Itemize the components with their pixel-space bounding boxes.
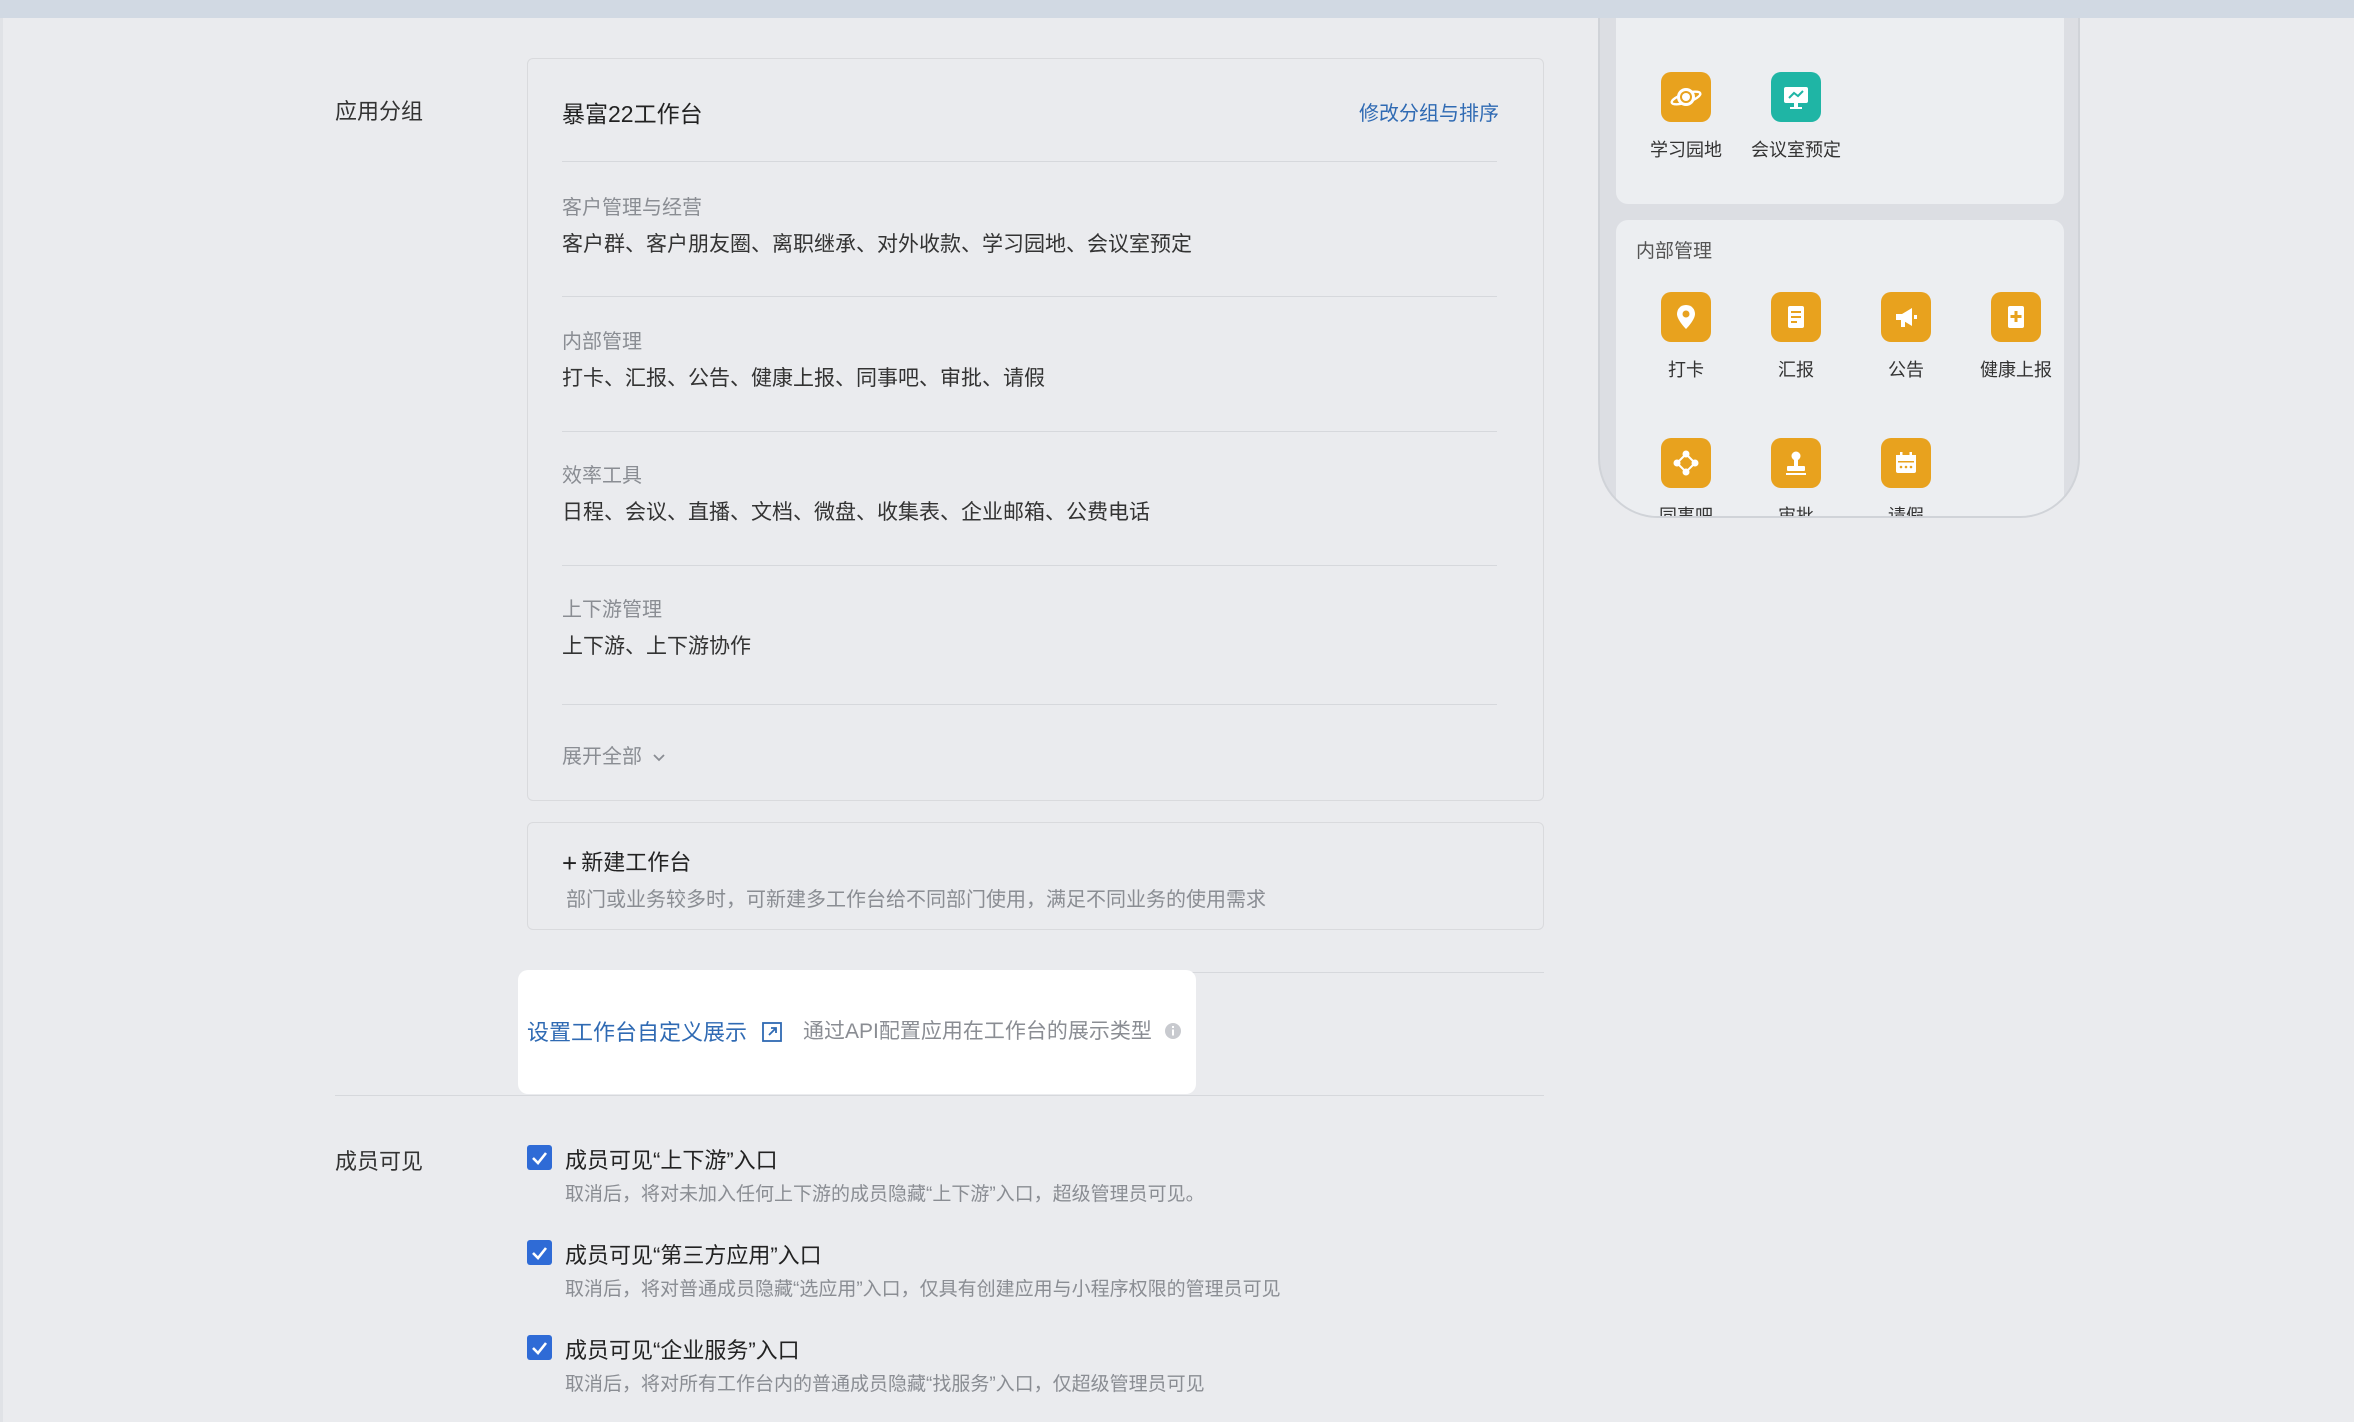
share-icon <box>1661 438 1711 488</box>
group-apps: 上下游、上下游协作 <box>562 635 751 658</box>
new-workbench-label: 新建工作台 <box>581 850 692 875</box>
health-plus-icon <box>1991 292 2041 342</box>
preview-section-title: 内部管理 <box>1636 241 1713 262</box>
app-label: 汇报 <box>1778 360 1814 380</box>
group-name: 客户管理与经营 <box>562 197 702 219</box>
option-desc: 取消后，将对所有工作台内的普通成员隐藏“找服务”入口，仅超级管理员可见 <box>565 1374 1205 1395</box>
option-desc: 取消后，将对未加入任何上下游的成员隐藏“上下游”入口，超级管理员可见。 <box>565 1184 1205 1205</box>
divider <box>562 296 1497 297</box>
custom-display-link[interactable]: 设置工作台自定义展示 <box>527 1015 783 1049</box>
stamp-icon <box>1771 438 1821 488</box>
divider <box>335 1095 1544 1096</box>
group-row: 内部管理 打卡、汇报、公告、健康上报、同事吧、审批、请假 <box>562 329 1045 393</box>
location-pin-icon <box>1661 292 1711 342</box>
group-apps: 日程、会议、直播、文档、微盘、收集表、企业邮箱、公费电话 <box>562 501 1150 524</box>
app-label: 学习园地 <box>1650 140 1722 160</box>
monitor-icon <box>1771 72 1821 122</box>
divider <box>562 161 1497 162</box>
app-label: 请假 <box>1888 506 1924 518</box>
checkbox[interactable] <box>527 1145 552 1170</box>
calendar-icon <box>1881 438 1931 488</box>
preview-card-internal: 内部管理 打卡 汇报 公告 健康上报 同事吧 审批 请假 <box>1616 220 2064 518</box>
check-icon <box>532 1152 548 1165</box>
preview-app-checkin[interactable]: 打卡 <box>1631 292 1741 382</box>
app-label: 健康上报 <box>1980 360 2052 380</box>
custom-display-label: 设置工作台自定义展示 <box>527 1020 748 1045</box>
divider <box>562 431 1497 432</box>
app-label: 同事吧 <box>1659 506 1713 518</box>
preview-app-approval[interactable]: 审批 <box>1741 438 1851 518</box>
option-desc: 取消后，将对普通成员隐藏“选应用”入口，仅具有创建应用与小程序权限的管理员可见 <box>565 1279 1281 1300</box>
preview-app-health[interactable]: 健康上报 <box>1961 292 2071 382</box>
new-workbench-button[interactable]: + 新建工作台 部门或业务较多时，可新建多工作台给不同部门使用，满足不同业务的使用… <box>527 822 1544 930</box>
preview-app-leave[interactable]: 请假 <box>1851 438 1961 518</box>
preview-app-announcement[interactable]: 公告 <box>1851 292 1961 382</box>
workbench-group-card: 暴富22工作台 修改分组与排序 客户管理与经营 客户群、客户朋友圈、离职继承、对… <box>527 58 1544 801</box>
planet-icon <box>1661 72 1711 122</box>
preview-app-report[interactable]: 汇报 <box>1741 292 1851 382</box>
checkbox[interactable] <box>527 1240 552 1265</box>
group-name: 效率工具 <box>562 465 642 487</box>
group-apps: 客户群、客户朋友圈、离职继承、对外收款、学习园地、会议室预定 <box>562 233 1192 256</box>
group-row: 效率工具 日程、会议、直播、文档、微盘、收集表、企业邮箱、公费电话 <box>562 463 1150 527</box>
custom-display-desc: 通过API配置应用在工作台的展示类型 <box>803 1015 1182 1046</box>
member-visible-label: 成员可见 <box>335 1149 424 1174</box>
group-name: 内部管理 <box>562 331 642 353</box>
preview-card-customer: 学习园地 会议室预定 <box>1616 18 2064 204</box>
group-name: 上下游管理 <box>562 599 662 621</box>
divider <box>562 704 1497 705</box>
new-workbench-desc: 部门或业务较多时，可新建多工作台给不同部门使用，满足不同业务的使用需求 <box>566 889 1266 911</box>
megaphone-icon <box>1881 292 1931 342</box>
top-bar <box>0 0 2354 18</box>
app-label: 审批 <box>1778 506 1814 518</box>
info-icon[interactable] <box>1164 1022 1182 1046</box>
check-icon <box>532 1247 548 1260</box>
group-row: 上下游管理 上下游、上下游协作 <box>562 597 751 661</box>
external-link-icon <box>761 1021 783 1049</box>
app-label: 公告 <box>1888 360 1924 380</box>
phone-preview: 学习园地 会议室预定 内部管理 打卡 汇报 公告 健康上报 同事吧 审批 请假 <box>1598 18 2080 518</box>
check-icon <box>532 1342 548 1355</box>
app-label: 打卡 <box>1668 360 1704 380</box>
group-apps: 打卡、汇报、公告、健康上报、同事吧、审批、请假 <box>562 367 1045 390</box>
preview-app-meeting-room[interactable]: 会议室预定 <box>1741 72 1851 162</box>
app-groups-label: 应用分组 <box>335 99 424 124</box>
app-label: 会议室预定 <box>1751 140 1841 160</box>
checkbox[interactable] <box>527 1335 552 1360</box>
group-row: 客户管理与经营 客户群、客户朋友圈、离职继承、对外收款、学习园地、会议室预定 <box>562 195 1192 259</box>
workbench-title: 暴富22工作台 <box>562 101 703 127</box>
report-icon <box>1771 292 1821 342</box>
expand-all-button[interactable]: 展开全部 <box>562 740 666 769</box>
new-workbench-title: + 新建工作台 <box>562 845 691 879</box>
preview-app-colleague[interactable]: 同事吧 <box>1631 438 1741 518</box>
preview-app-study[interactable]: 学习园地 <box>1631 72 1741 162</box>
expand-all-label: 展开全部 <box>562 746 642 768</box>
option-title: 成员可见“上下游”入口 <box>565 1148 778 1173</box>
divider <box>562 565 1497 566</box>
option-title: 成员可见“企业服务”入口 <box>565 1338 800 1363</box>
chevron-down-icon <box>652 746 666 769</box>
custom-display-desc-text: 通过API配置应用在工作台的展示类型 <box>803 1020 1152 1043</box>
option-title: 成员可见“第三方应用”入口 <box>565 1243 822 1268</box>
custom-display-highlight: 设置工作台自定义展示 通过API配置应用在工作台的展示类型 <box>518 970 1196 1094</box>
plus-icon: + <box>562 848 578 878</box>
edit-groups-link[interactable]: 修改分组与排序 <box>1359 97 1499 126</box>
left-edge <box>0 18 3 1422</box>
